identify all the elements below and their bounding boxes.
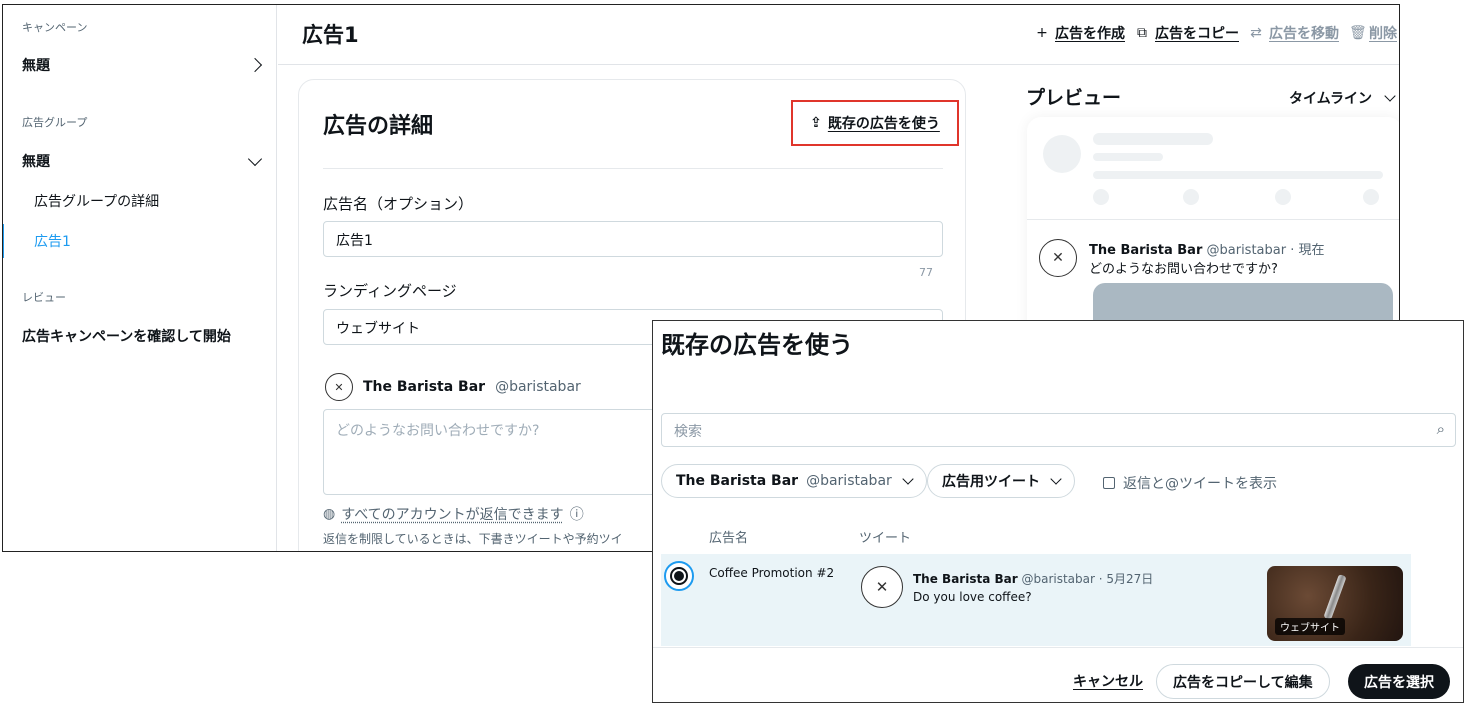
barista-logo-icon: ✕ <box>1039 239 1077 277</box>
landing-page-label: ランディングページ <box>323 282 457 300</box>
chevron-down-icon <box>247 151 263 166</box>
select-ad-button[interactable]: 広告を選択 <box>1348 664 1450 699</box>
account-row: ✕ The Barista Bar @baristabar <box>325 373 581 401</box>
sidebar-item-ad[interactable]: 広告1 <box>34 231 71 251</box>
globe-icon: ◍ <box>323 506 336 522</box>
modal-title: 既存の広告を使う <box>661 331 853 359</box>
row-ad-name: Coffee Promotion #2 <box>709 566 835 580</box>
copy-ad-button[interactable]: ⧉ 広告をコピー <box>1135 23 1239 43</box>
sidebar-item-review[interactable]: 広告キャンペーンを確認して開始 <box>22 326 260 346</box>
account-filter-dropdown[interactable]: The Barista Bar @baristabar <box>661 464 927 498</box>
reply-setting[interactable]: ◍ すべてのアカウントが返信できます ⓘ <box>323 504 584 524</box>
skeleton-dot <box>1363 189 1379 205</box>
sidebar-item-label: 無題 <box>22 58 50 74</box>
checkbox[interactable] <box>1103 477 1115 489</box>
skeleton-dot <box>1183 189 1199 205</box>
skeleton-dot <box>1275 189 1291 205</box>
preview-tweet-text: どのようなお問い合わせですか? <box>1089 262 1278 277</box>
chevron-right-icon <box>247 57 263 73</box>
swap-icon: ⇄ <box>1250 25 1262 41</box>
search-icon: ⌕ <box>1436 420 1445 438</box>
row-account-name: The Barista Bar <box>913 572 1018 586</box>
ad-name-input[interactable]: 広告1 <box>323 221 943 257</box>
media-label: ウェブサイト <box>1275 618 1345 635</box>
divider <box>1027 219 1399 220</box>
plus-icon: + <box>1036 25 1048 41</box>
sidebar-item-label: 無題 <box>22 154 50 170</box>
sidebar-section-campaign: キャンペーン <box>22 21 88 34</box>
sidebar-section-review: レビュー <box>22 291 66 304</box>
page-title: 広告1 <box>302 23 359 47</box>
skeleton-dot <box>1093 189 1109 205</box>
info-icon: ⓘ <box>569 507 584 523</box>
card-title: 広告の詳細 <box>323 114 434 139</box>
skeleton-avatar <box>1043 135 1081 173</box>
placement-select[interactable]: タイムライン <box>1289 88 1396 108</box>
preview-account-handle: @baristabar · 現在 <box>1206 243 1325 258</box>
reply-note: 返信を制限しているときは、下書きツイートや予約ツイ <box>323 532 623 546</box>
row-tweet-text: Do you love coffee? <box>913 590 1032 604</box>
barista-logo-icon: ✕ <box>861 566 903 608</box>
skeleton-line <box>1093 133 1213 145</box>
use-existing-ad-modal: 既存の広告を使う 検索 ⌕ The Barista Bar @baristaba… <box>652 320 1464 703</box>
tweet-type-dropdown[interactable]: 広告用ツイート <box>927 464 1075 498</box>
sidebar-item-adgroup-details[interactable]: 広告グループの詳細 <box>34 191 159 211</box>
account-handle: @baristabar <box>495 379 581 395</box>
divider <box>323 168 943 169</box>
header: 広告1 + 広告を作成 ⧉ 広告をコピー ⇄ 広告を移動 🗑 削除 <box>278 5 1399 65</box>
preview-title: プレビュー <box>1026 87 1122 109</box>
chevron-down-icon <box>902 473 914 485</box>
copy-icon: ⧉ <box>1137 25 1147 41</box>
ad-name-label: 広告名（オプション） <box>323 195 474 213</box>
delete-button[interactable]: 🗑 削除 <box>1349 23 1397 43</box>
row-meta: @baristabar · 5月27日 <box>1021 572 1154 586</box>
sidebar: キャンペーン 無題 広告グループ 無題 広告グループの詳細 広告1 レビュー 広… <box>3 5 277 551</box>
preview-account-name: The Barista Bar <box>1089 243 1203 258</box>
cancel-button[interactable]: キャンセル <box>1073 671 1143 691</box>
barista-logo-icon: ✕ <box>325 373 353 401</box>
create-ad-button[interactable]: + 広告を作成 <box>1035 23 1125 43</box>
header-actions: + 広告を作成 ⧉ 広告をコピー ⇄ 広告を移動 🗑 削除 <box>1035 23 1397 43</box>
skeleton-line <box>1093 153 1163 161</box>
column-header-name: 広告名 <box>709 531 749 546</box>
chevron-down-icon <box>1384 90 1396 102</box>
sidebar-section-adgroup: 広告グループ <box>22 116 88 129</box>
account-name: The Barista Bar <box>363 379 486 395</box>
skeleton-line <box>1093 171 1383 179</box>
coffee-beans-image: ウェブサイト <box>1267 566 1403 641</box>
trash-icon: 🗑 <box>1349 25 1367 41</box>
copy-and-edit-button[interactable]: 広告をコピーして編集 <box>1156 664 1330 699</box>
upload-icon: ⇪ <box>810 115 822 131</box>
sidebar-item-label: 広告キャンペーンを確認して開始 <box>22 329 231 345</box>
column-header-tweet: ツイート <box>859 531 912 546</box>
table-row[interactable]: Coffee Promotion #2 ✕ The Barista Bar @b… <box>661 554 1411 646</box>
move-ad-button[interactable]: ⇄ 広告を移動 <box>1249 23 1339 43</box>
chevron-down-icon <box>1050 473 1062 485</box>
show-replies-checkbox[interactable]: 返信と@ツイートを表示 <box>1103 473 1277 493</box>
search-input[interactable]: 検索 ⌕ <box>661 413 1456 447</box>
sidebar-item-adgroup[interactable]: 無題 <box>22 151 263 171</box>
row-tweet: ✕ The Barista Bar @baristabar · 5月27日 Do… <box>861 566 1153 608</box>
active-indicator <box>3 224 4 258</box>
use-existing-ad-button[interactable]: ⇪ 既存の広告を使う <box>791 100 959 146</box>
divider <box>653 647 1463 648</box>
row-radio[interactable] <box>664 561 694 591</box>
preview-tweet: ✕ The Barista Bar @baristabar · 現在 どのような… <box>1039 239 1324 277</box>
char-counter: 77 <box>919 266 933 279</box>
sidebar-item-campaign[interactable]: 無題 <box>22 55 263 75</box>
